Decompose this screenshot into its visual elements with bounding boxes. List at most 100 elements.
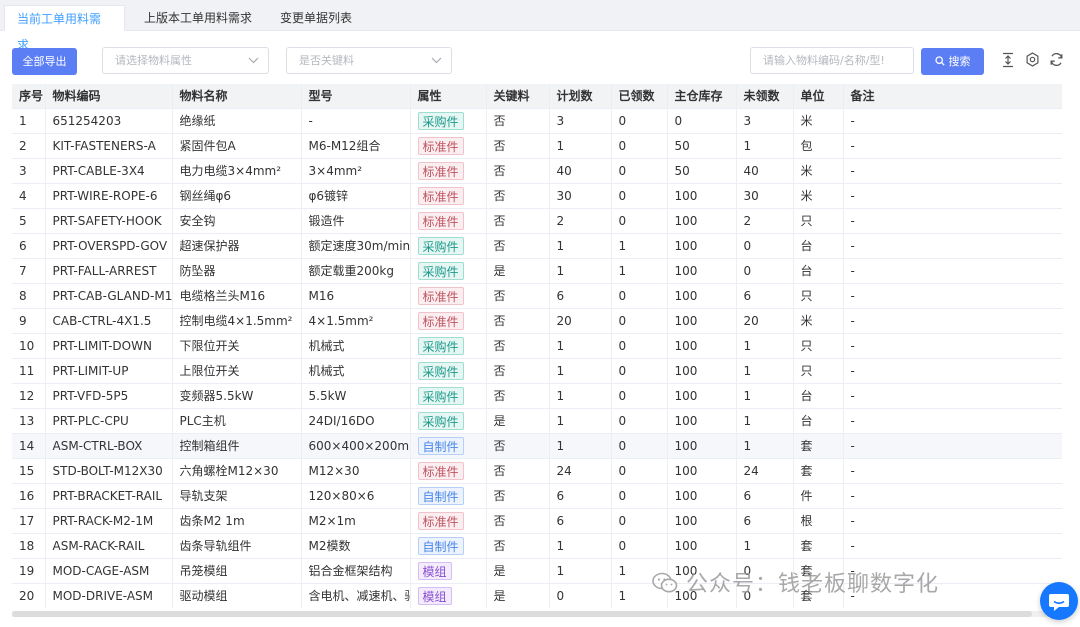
scrollbar-thumb[interactable] — [12, 611, 1032, 617]
cell-material-name: 超速保护器 — [172, 233, 302, 259]
cell-key-material: 否 — [486, 233, 550, 259]
cell-row-index: 12 — [12, 383, 46, 409]
column-header[interactable]: 备注 — [843, 84, 1062, 109]
horizontal-scrollbar[interactable] — [12, 611, 1062, 617]
cell-row-index: 5 — [12, 208, 46, 234]
key-material-select[interactable]: 是否关键料 — [286, 47, 452, 74]
cell-main-stock: 100 — [667, 308, 737, 334]
cell-model: 120×80×6 — [301, 483, 411, 509]
cell-material-name: 吊笼模组 — [172, 558, 302, 584]
cell-material-name: PLC主机 — [172, 408, 302, 434]
table-row[interactable]: 7 PRT-FALL-ARREST 防坠器 额定载重200kg 采购件是 1 1 100 0 台 - — [12, 258, 1062, 284]
cell-unreceived-qty: 24 — [736, 458, 794, 484]
cell-unit: 台 — [793, 408, 844, 434]
cell-key-material: 是 — [486, 408, 550, 434]
column-header[interactable]: 单位 — [793, 84, 844, 109]
table-row[interactable]: 2 KIT-FASTENERS-A 紧固件包A M6-M12组合 标准件否 1 0 50 1 包 - — [12, 133, 1062, 159]
cell-remark: - — [843, 283, 1062, 309]
cell-received-qty: 0 — [611, 433, 668, 459]
cell-received-qty: 1 — [611, 258, 668, 284]
cell-unreceived-qty: 1 — [736, 333, 794, 359]
column-header[interactable]: 已领数 — [611, 84, 668, 109]
table-row[interactable]: 3 PRT-CABLE-3X4 电力电缆3×4mm² 3×4mm² 标准件否 40 0 50 4… — [12, 158, 1062, 184]
column-header[interactable]: 型号 — [301, 84, 411, 109]
column-header[interactable]: 关键料 — [486, 84, 550, 109]
table-row[interactable]: 16 PRT-BRACKET-RAIL 导轨支架 120×80×6 自制件否 6 0 100 6… — [12, 483, 1062, 509]
cell-unit: 只 — [793, 358, 844, 384]
tab-change-list[interactable]: 变更单据列表 — [268, 5, 364, 31]
settings-icon[interactable] — [1024, 52, 1040, 70]
cell-main-stock: 100 — [667, 333, 737, 359]
cell-received-qty: 0 — [611, 508, 668, 534]
column-header[interactable]: 未领数 — [736, 84, 794, 109]
chat-support-icon — [1049, 594, 1069, 611]
cell-attribute-tag: 采购件 — [410, 233, 487, 259]
cell-planned-qty: 40 — [549, 158, 612, 184]
table-row[interactable]: 13 PRT-PLC-CPU PLC主机 24DI/16DO 采购件是 1 0 100 1 台 - — [12, 408, 1062, 434]
table-row[interactable]: 18 ASM-RACK-RAIL 齿条导轨组件 M2模数 自制件否 1 0 100 1 套 - — [12, 533, 1062, 559]
cell-attribute-tag: 标准件 — [410, 458, 487, 484]
cell-attribute-tag: 采购件 — [410, 258, 487, 284]
attribute-tag: 标准件 — [417, 286, 464, 305]
cell-key-material: 否 — [486, 358, 550, 384]
vertical-expand-icon[interactable] — [1000, 52, 1016, 70]
chat-support-button[interactable] — [1040, 582, 1078, 620]
cell-material-code: PRT-OVERSPD-GOV — [45, 233, 173, 259]
column-header[interactable]: 主仓库存 — [667, 84, 737, 109]
table-row[interactable]: 11 PRT-LIMIT-UP 上限位开关 机械式 采购件否 1 0 100 1 只 - — [12, 358, 1062, 384]
cell-received-qty: 0 — [611, 133, 668, 159]
cell-material-name: 控制电缆4×1.5mm² — [172, 308, 302, 334]
search-input[interactable]: 请输入物料编码/名称/型! — [750, 47, 914, 74]
material-attribute-select[interactable]: 请选择物料属性 — [102, 47, 269, 74]
table-row[interactable]: 14 ASM-CTRL-BOX 控制箱组件 600×400×200mm 自制件否 1 0 10… — [12, 433, 1062, 459]
cell-main-stock: 100 — [667, 433, 737, 459]
cell-material-name: 紧固件包A — [172, 133, 302, 159]
table-row[interactable]: 6 PRT-OVERSPD-GOV 超速保护器 额定速度30m/min 采购件否 1 1 10… — [12, 233, 1062, 259]
refresh-icon[interactable] — [1048, 52, 1064, 70]
column-header[interactable]: 序号 — [12, 84, 46, 109]
cell-material-code: PRT-RACK-M2-1M — [45, 508, 173, 534]
cell-material-name: 绝缘纸 — [172, 108, 302, 134]
table-row[interactable]: 15 STD-BOLT-M12X30 六角螺栓M12×30 M12×30 标准件否 24 0… — [12, 458, 1062, 484]
cell-remark: - — [843, 183, 1062, 209]
cell-unit: 件 — [793, 483, 844, 509]
cell-model: - — [301, 108, 411, 134]
cell-planned-qty: 2 — [549, 208, 612, 234]
cell-remark: - — [843, 533, 1062, 559]
attribute-tag: 自制件 — [417, 436, 464, 455]
search-button[interactable]: 搜索 — [921, 48, 984, 75]
column-header[interactable]: 计划数 — [549, 84, 612, 109]
cell-key-material: 是 — [486, 258, 550, 284]
cell-unreceived-qty: 6 — [736, 483, 794, 509]
cell-unreceived-qty: 0 — [736, 258, 794, 284]
export-all-button[interactable]: 全部导出 — [12, 48, 77, 75]
cell-received-qty: 0 — [611, 158, 668, 184]
cell-unit: 台 — [793, 383, 844, 409]
tab-current-demand[interactable]: 当前工单用料需求 — [4, 5, 125, 52]
table-row[interactable]: 9 CAB-CTRL-4X1.5 控制电缆4×1.5mm² 4×1.5mm² 标准件否 2… — [12, 308, 1062, 334]
tab-previous-demand[interactable]: 上版本工单用料需求 — [132, 5, 264, 31]
table-row[interactable]: 4 PRT-WIRE-ROPE-6 钢丝绳φ6 φ6镀锌 标准件否 30 0 100 30 米 - — [12, 183, 1062, 209]
table-row[interactable]: 12 PRT-VFD-5P5 变频器5.5kW 5.5kW 采购件否 1 0 100 1 台 - — [12, 383, 1062, 409]
table-header-row: 序号 物料编码 物料名称 型号 属性 关键料 计划数 已领数 主仓库存 未领数 … — [12, 84, 1062, 109]
cell-material-name: 六角螺栓M12×30 — [172, 458, 302, 484]
cell-material-code: ASM-CTRL-BOX — [45, 433, 173, 459]
table-row[interactable]: 1 651254203 绝缘纸 - 采购件否 3 0 0 3 米 - — [12, 108, 1062, 134]
table-row[interactable]: 17 PRT-RACK-M2-1M 齿条M2 1m M2×1m 标准件否 6 0 100 6 根 - — [12, 508, 1062, 534]
column-header[interactable]: 物料编码 — [45, 84, 173, 109]
table-row[interactable]: 10 PRT-LIMIT-DOWN 下限位开关 机械式 采购件否 1 0 100 1 只 - — [12, 333, 1062, 359]
cell-attribute-tag: 自制件 — [410, 433, 487, 459]
table-row[interactable]: 8 PRT-CAB-GLAND-M16 电缆格兰头M16 M16 标准件否 6 0 100 6 只… — [12, 283, 1062, 309]
material-attribute-placeholder: 请选择物料属性 — [115, 54, 192, 67]
cell-remark: - — [843, 358, 1062, 384]
table-row[interactable]: 5 PRT-SAFETY-HOOK 安全钩 锻造件 标准件否 2 0 100 2 只 - — [12, 208, 1062, 234]
cell-unreceived-qty: 40 — [736, 158, 794, 184]
column-header[interactable]: 物料名称 — [172, 84, 302, 109]
cell-planned-qty: 1 — [549, 133, 612, 159]
cell-attribute-tag: 模组 — [410, 583, 487, 608]
cell-received-qty: 1 — [611, 233, 668, 259]
cell-material-code: STD-BOLT-M12X30 — [45, 458, 173, 484]
column-header[interactable]: 属性 — [410, 84, 487, 109]
cell-unit: 米 — [793, 158, 844, 184]
cell-material-code: 651254203 — [45, 108, 173, 134]
